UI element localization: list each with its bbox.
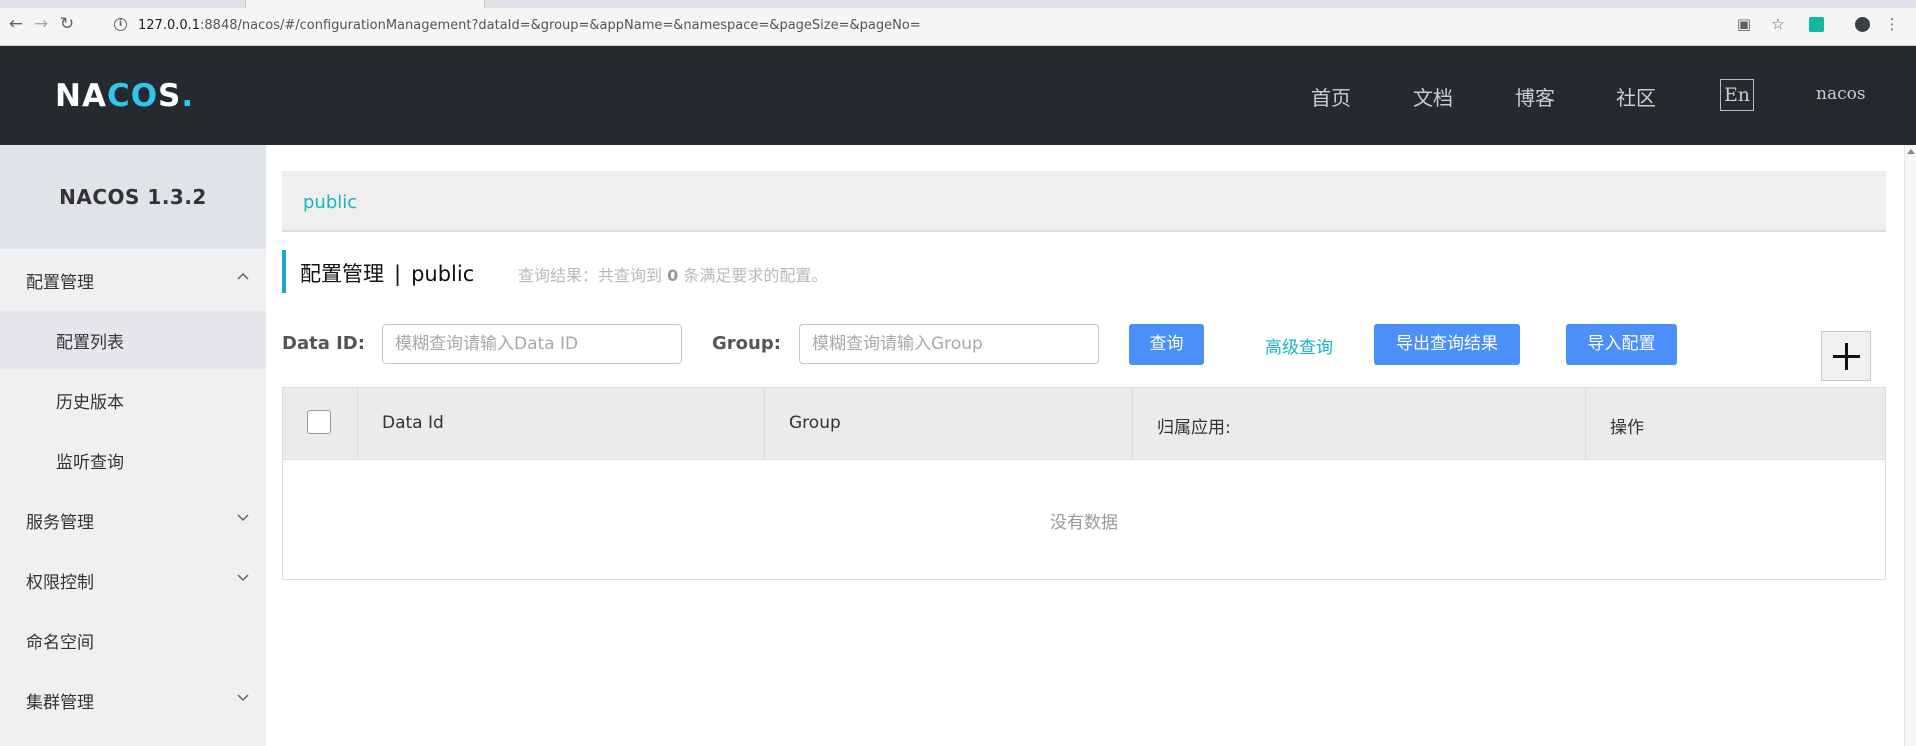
query-result-prefix: 查询结果：共查询到 — [518, 266, 663, 285]
add-config-button[interactable] — [1821, 331, 1871, 381]
sidebar-item-config-list[interactable]: 配置列表 — [0, 311, 266, 369]
table-empty-message: 没有数据 — [1050, 513, 1118, 533]
nav-home[interactable]: 首页 — [1311, 82, 1351, 111]
page-scrollbar[interactable] — [1904, 145, 1916, 746]
query-result-suffix: 条满足要求的配置。 — [683, 266, 828, 285]
browser-toolbar: ← → ↻ i 127.0.0.1:8848/nacos/#/configura… — [0, 0, 1916, 46]
bookmark-star-icon[interactable]: ☆ — [1768, 14, 1788, 34]
page-title-namespace: public — [411, 262, 475, 286]
url-path: :8848/nacos/#/configurationManagement?da… — [200, 18, 921, 33]
nacos-logo[interactable]: NA CO S. — [55, 76, 194, 116]
language-toggle-button[interactable]: En — [1720, 79, 1754, 111]
chevron-up-icon — [237, 272, 249, 280]
config-table: Data Id Group 归属应用: 操作 没有数据 — [282, 387, 1886, 580]
sidebar-item-history[interactable]: 历史版本 — [0, 371, 266, 429]
sidebar-item-namespace[interactable]: 命名空间 — [0, 611, 266, 669]
sidebar-item-service-management[interactable]: 服务管理 — [0, 491, 266, 549]
chevron-down-icon — [237, 574, 249, 582]
column-header-group[interactable]: Group — [765, 388, 1133, 459]
search-button[interactable]: 查询 — [1129, 324, 1204, 365]
column-header-label: Data Id — [382, 413, 444, 433]
browser-tab[interactable] — [245, 0, 485, 8]
sidebar-item-label: 服务管理 — [26, 513, 94, 533]
select-all-checkbox[interactable] — [307, 410, 331, 434]
scroll-up-arrow-icon[interactable] — [1907, 149, 1915, 154]
url-text: 127.0.0.1:8848/nacos/#/configurationMana… — [138, 18, 921, 33]
sidebar-item-label: 权限控制 — [26, 573, 94, 593]
group-label: Group: — [712, 333, 781, 354]
query-result-summary: 查询结果：共查询到 0 条满足要求的配置。 — [518, 262, 827, 286]
namespace-bar: public — [282, 171, 1886, 232]
sidebar-item-label: 命名空间 — [26, 633, 94, 653]
column-header-label: 操作 — [1610, 418, 1644, 438]
back-arrow-icon[interactable]: ← — [6, 14, 26, 34]
sidebar: NACOS 1.3.2 配置管理 配置列表 历史版本 监听查询 服务管理 权限控… — [0, 145, 266, 746]
page-title-separator: | — [394, 262, 402, 286]
user-name[interactable]: nacos — [1816, 84, 1866, 104]
top-navbar: NA CO S. 首页 文档 博客 社区 En nacos — [0, 46, 1916, 145]
translate-icon[interactable]: ▣ — [1734, 14, 1754, 34]
namespace-tab-public[interactable]: public — [303, 192, 357, 213]
nav-community[interactable]: 社区 — [1616, 82, 1656, 111]
group-search-input[interactable] — [799, 324, 1099, 364]
select-all-column — [283, 388, 358, 459]
sidebar-item-label: 监听查询 — [56, 453, 124, 473]
logo-co: CO — [106, 78, 159, 114]
page-title-section: 配置管理 — [300, 262, 384, 286]
reload-icon[interactable]: ↻ — [57, 14, 77, 34]
chevron-down-icon — [237, 514, 249, 522]
export-results-button[interactable]: 导出查询结果 — [1374, 324, 1520, 365]
table-header: Data Id Group 归属应用: 操作 — [283, 388, 1885, 460]
extension-icon[interactable] — [1806, 14, 1826, 34]
sidebar-item-label: 配置管理 — [26, 273, 94, 293]
address-bar[interactable]: i 127.0.0.1:8848/nacos/#/configurationMa… — [110, 13, 1800, 39]
column-header-dataid[interactable]: Data Id — [358, 388, 765, 459]
nav-blog[interactable]: 博客 — [1515, 82, 1555, 111]
logo-na: NA — [55, 78, 107, 114]
column-header-actions: 操作 — [1586, 388, 1885, 459]
import-config-button[interactable]: 导入配置 — [1566, 324, 1677, 365]
sidebar-item-label: 历史版本 — [56, 393, 124, 413]
advanced-query-link[interactable]: 高级查询 — [1265, 333, 1333, 358]
dataid-search-input[interactable] — [382, 324, 682, 364]
page-title: 配置管理 | public — [300, 258, 474, 288]
logo-s: S — [158, 78, 182, 114]
chevron-down-icon — [237, 694, 249, 702]
sidebar-title: NACOS 1.3.2 — [0, 145, 266, 249]
logo-dot: . — [181, 78, 195, 114]
dataid-label: Data ID: — [282, 333, 365, 354]
column-header-app[interactable]: 归属应用: — [1133, 388, 1586, 459]
forward-arrow-icon[interactable]: → — [31, 14, 51, 34]
url-host: 127.0.0.1 — [138, 18, 201, 33]
sidebar-item-label: 集群管理 — [26, 693, 94, 713]
nav-docs[interactable]: 文档 — [1413, 82, 1453, 111]
query-result-count: 0 — [667, 266, 679, 285]
sidebar-item-listener-query[interactable]: 监听查询 — [0, 431, 266, 489]
tab-strip — [0, 0, 1916, 8]
sidebar-item-cluster-management[interactable]: 集群管理 — [0, 671, 266, 729]
site-info-icon[interactable]: i — [114, 18, 127, 31]
column-header-label: Group — [789, 413, 841, 433]
profile-icon[interactable] — [1852, 14, 1872, 34]
sidebar-item-config-management[interactable]: 配置管理 — [0, 251, 266, 309]
title-accent-bar — [282, 250, 286, 293]
sidebar-item-access-control[interactable]: 权限控制 — [0, 551, 266, 609]
plus-icon-v — [1845, 343, 1848, 370]
column-header-label: 归属应用: — [1157, 418, 1231, 438]
menu-kebab-icon[interactable]: ⋮ — [1882, 14, 1902, 34]
sidebar-item-label: 配置列表 — [56, 333, 124, 353]
